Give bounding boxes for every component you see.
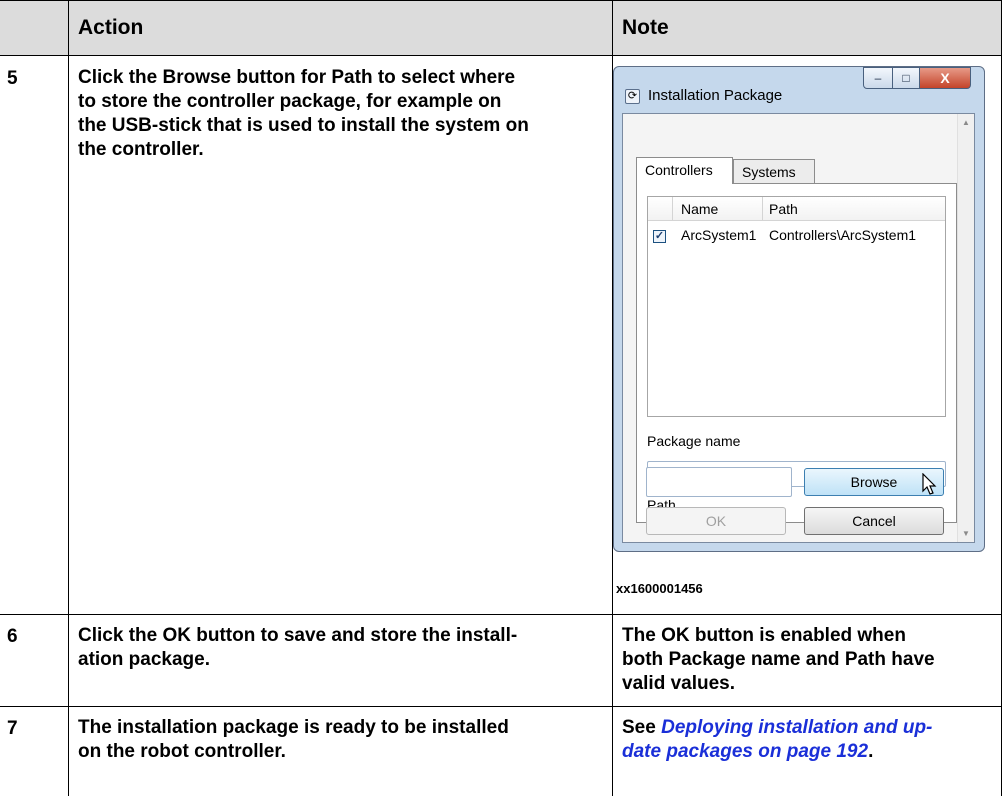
dialog-title: Installation Package: [648, 87, 783, 104]
text-run: .: [868, 741, 874, 762]
table-divider: [0, 706, 1002, 707]
bold-term: Path: [844, 649, 886, 670]
text-line: date packages on page 192.: [622, 740, 932, 764]
app-icon: ⟳: [625, 89, 640, 104]
text-line: to store the controller package, for exa…: [78, 90, 529, 114]
header-action: Action: [78, 16, 144, 39]
grid-header-path[interactable]: Path: [763, 197, 945, 221]
text-run: The: [622, 625, 662, 646]
text-run: See: [622, 717, 662, 738]
step-note-text: The OK button is enabled when both Packag…: [622, 624, 935, 696]
tab-controllers[interactable]: Controllers: [636, 157, 733, 184]
close-button[interactable]: X: [919, 67, 971, 89]
bold-term: Path: [331, 67, 373, 88]
scroll-down-icon[interactable]: ▼: [962, 529, 970, 538]
text-run: both: [622, 649, 669, 670]
grid-cell-name[interactable]: ArcSystem1: [681, 227, 756, 243]
figure-caption: xx1600001456: [616, 581, 703, 596]
text-run: have: [886, 649, 935, 670]
maximize-button[interactable]: □: [892, 67, 920, 89]
text-line: See Deploying installation and up-: [622, 716, 932, 740]
minimize-button[interactable]: –: [863, 67, 893, 89]
cancel-button[interactable]: Cancel: [804, 507, 944, 535]
text-run: ation package.: [78, 649, 210, 670]
text-run: The installation package is ready to be …: [78, 717, 509, 738]
text-line: on the robot controller.: [78, 740, 509, 764]
text-run: the controller.: [78, 139, 204, 160]
mouse-pointer-icon: [922, 473, 937, 495]
table-divider: [0, 55, 1002, 56]
table-border-top: [0, 0, 1002, 1]
bold-term: OK: [661, 625, 690, 646]
step-number: 6: [7, 626, 18, 647]
header-note: Note: [622, 16, 669, 39]
controller-checkbox[interactable]: ✓: [653, 230, 666, 243]
text-run: to store the controller package, for exa…: [78, 91, 502, 112]
scroll-up-icon[interactable]: ▲: [962, 118, 970, 127]
text-run: the USB-stick that is used to install th…: [78, 115, 529, 136]
text-run: valid values.: [622, 673, 736, 694]
cross-reference-link[interactable]: date packages on page 192: [622, 741, 868, 762]
text-line: valid values.: [622, 672, 935, 696]
table-header: [0, 0, 1002, 55]
bold-term: Browse: [162, 67, 232, 88]
text-run: on the robot controller.: [78, 741, 286, 762]
package-name-label: Package name: [647, 433, 741, 449]
path-field[interactable]: [646, 467, 792, 497]
text-run: Click the: [78, 625, 163, 646]
text-run: to select where: [372, 67, 516, 88]
step-action-text: The installation package is ready to be …: [78, 716, 509, 764]
bold-term: Package name: [668, 649, 801, 670]
text-line: The OK button is enabled when: [622, 624, 935, 648]
cross-reference-link[interactable]: Deploying installation and up-: [661, 717, 932, 738]
step-action-text: Click the Browse button for Path to sele…: [78, 66, 529, 162]
bold-term: OK: [162, 625, 191, 646]
text-run: button for: [231, 67, 332, 88]
ok-button[interactable]: OK: [646, 507, 786, 535]
text-line: Click the Browse button for Path to sele…: [78, 66, 529, 90]
text-line: both Package name and Path have: [622, 648, 935, 672]
grid-header-name[interactable]: Name: [673, 197, 763, 221]
step-note-text: See Deploying installation and up-date p…: [622, 716, 932, 764]
column-divider: [68, 0, 69, 796]
text-line: The installation package is ready to be …: [78, 716, 509, 740]
text-run: button is enabled when: [689, 625, 906, 646]
vertical-scrollbar[interactable]: ▲ ▼: [957, 114, 974, 542]
tab-systems[interactable]: Systems: [733, 159, 815, 184]
text-run: button to save and store the install-: [190, 625, 518, 646]
text-line: Click the OK button to save and store th…: [78, 624, 517, 648]
step-number: 5: [7, 68, 18, 89]
table-divider: [0, 614, 1002, 615]
text-line: ation package.: [78, 648, 517, 672]
step-action-text: Click the OK button to save and store th…: [78, 624, 517, 672]
text-line: the USB-stick that is used to install th…: [78, 114, 529, 138]
step-number: 7: [7, 718, 18, 739]
controllers-grid: Name Path ✓ ArcSystem1 Controllers\ArcSy…: [647, 196, 946, 417]
text-line: the controller.: [78, 138, 529, 162]
text-run: and: [800, 649, 845, 670]
grid-cell-path[interactable]: Controllers\ArcSystem1: [769, 227, 916, 243]
grid-header-select: [648, 197, 673, 221]
text-run: Click the: [78, 67, 163, 88]
